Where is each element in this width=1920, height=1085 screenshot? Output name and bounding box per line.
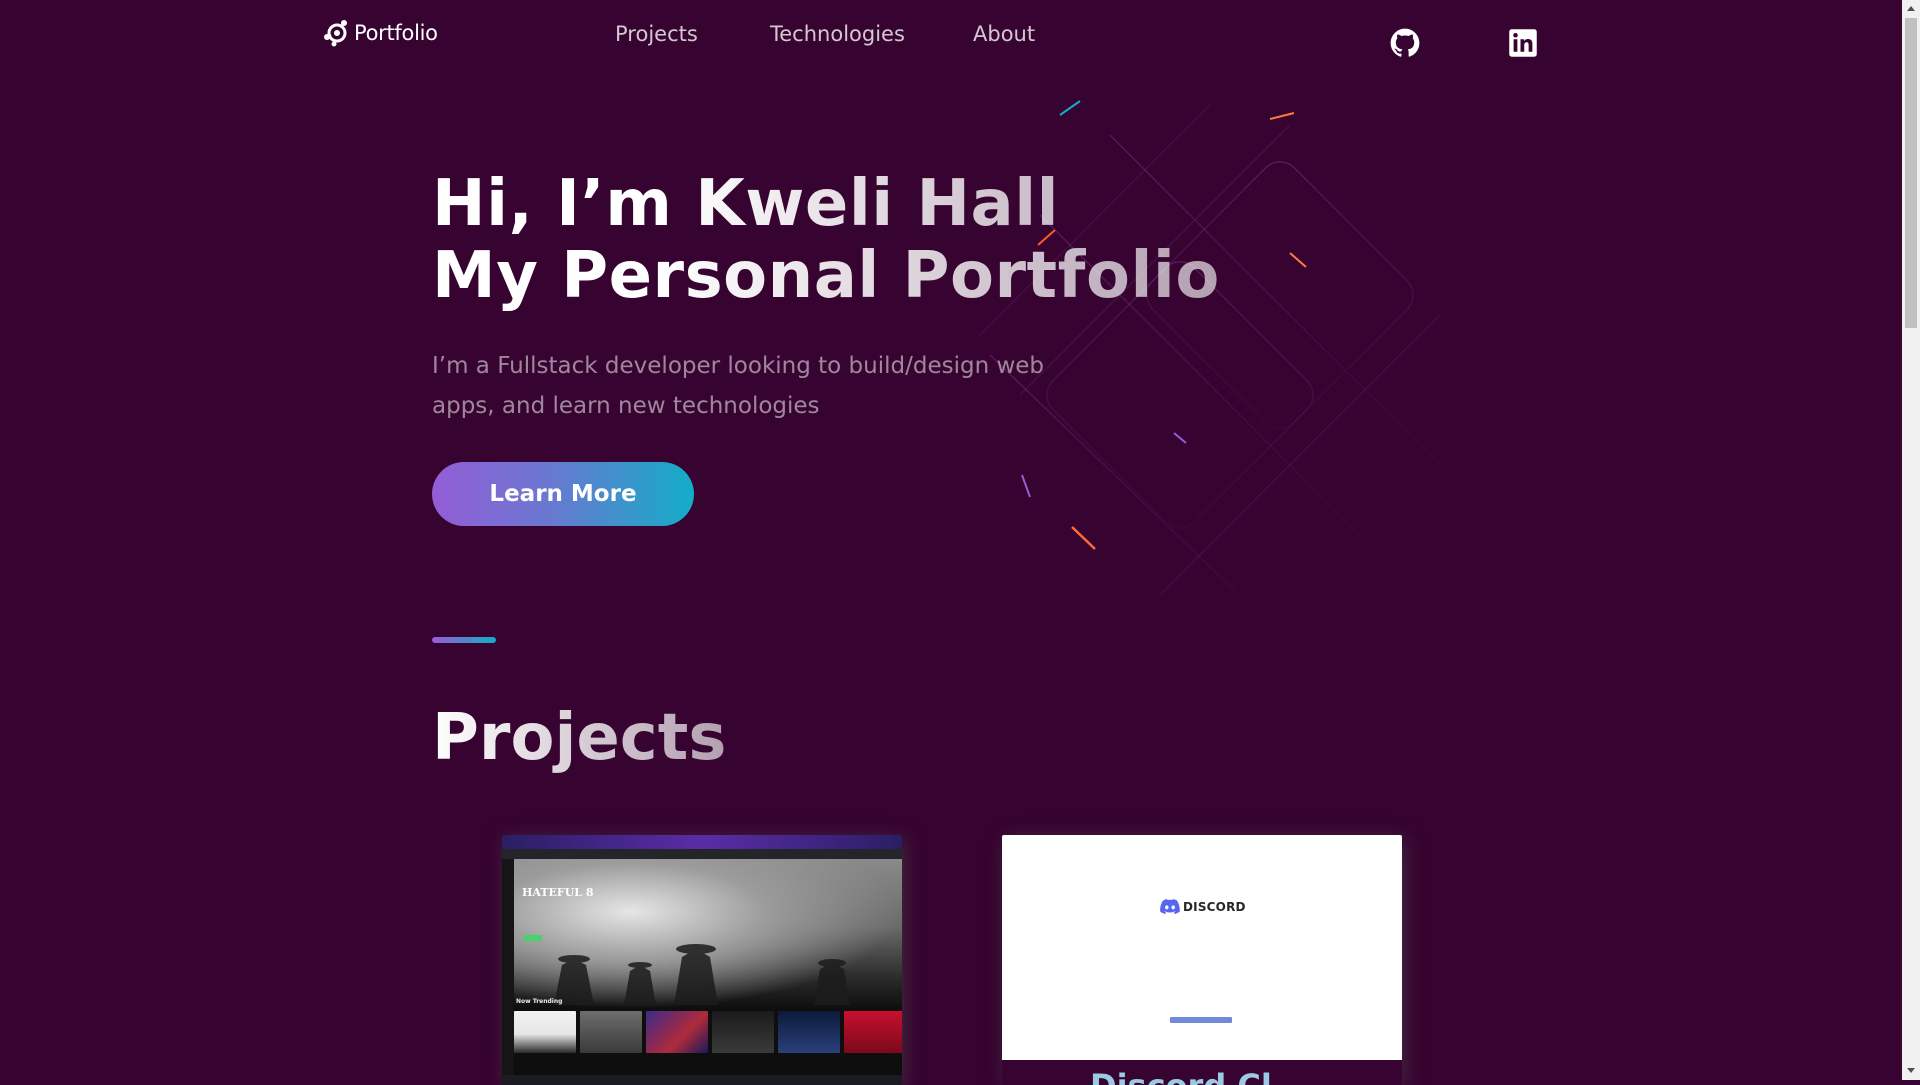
project-thumbnail-discord: DISCORD	[1002, 835, 1402, 1060]
scroll-down-arrow-icon[interactable]	[1907, 1068, 1915, 1073]
netflix-thumb-row	[514, 1011, 902, 1053]
project-card-title: Discord Cl	[1090, 1067, 1272, 1085]
learn-more-button[interactable]: Learn More	[432, 462, 694, 526]
nav-link-about[interactable]: About	[973, 22, 1035, 46]
hero-title: Hi, I’m Kweli Hall My Personal Portfolio	[432, 168, 1220, 312]
nav-link-projects[interactable]: Projects	[615, 22, 698, 46]
project-thumbnail-netflix: HATEFUL 8 Now Trending	[502, 835, 902, 1085]
projects-section-title: Projects	[432, 701, 727, 775]
github-icon	[1390, 28, 1420, 57]
hero-subtitle: I’m a Fullstack developer looking to bui…	[432, 353, 1045, 419]
netflix-thumb-logo: HATEFUL 8	[522, 886, 594, 899]
logo-text: Portfolio	[354, 21, 438, 45]
logo-link[interactable]: Portfolio	[322, 18, 438, 48]
discord-thumb-wordmark: DISCORD	[1183, 900, 1246, 914]
site-header: Portfolio Projects Technologies About	[0, 0, 1902, 80]
section-divider	[432, 637, 496, 643]
hero-title-line-2: My Personal Portfolio	[432, 239, 1220, 313]
scrollbar-thumb[interactable]	[1905, 18, 1917, 328]
netflix-thumb-trending: Now Trending	[516, 998, 563, 1005]
project-card-discord[interactable]: DISCORD Discord Cl	[1002, 835, 1402, 1085]
hero-title-line-1: Hi, I’m Kweli Hall	[432, 167, 1060, 241]
scroll-up-arrow-icon[interactable]	[1907, 6, 1915, 11]
linkedin-link[interactable]	[1508, 28, 1538, 58]
discord-logo: DISCORD	[1160, 899, 1246, 915]
project-card-netflix[interactable]: HATEFUL 8 Now Trending	[502, 835, 902, 1085]
nav-link-technologies[interactable]: Technologies	[770, 22, 905, 46]
logo-icon	[324, 20, 347, 47]
discord-icon	[1160, 899, 1180, 914]
linkedin-icon	[1509, 29, 1537, 57]
page-scrollbar[interactable]	[1902, 0, 1920, 1080]
github-link[interactable]	[1390, 28, 1420, 58]
